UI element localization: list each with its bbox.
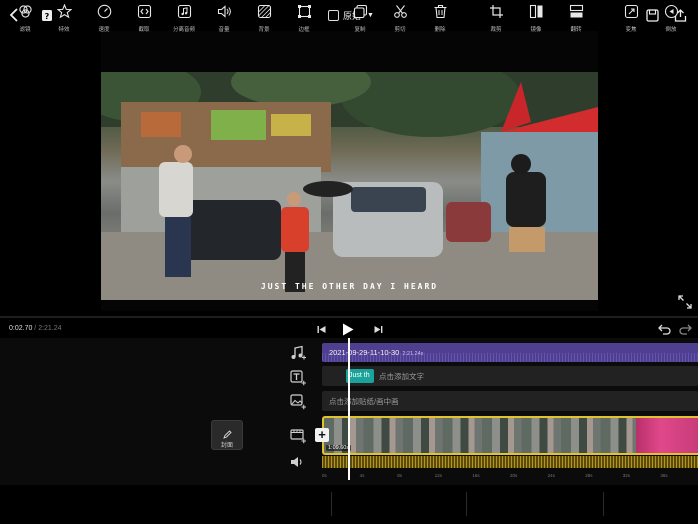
time-ruler: 0s 4s 8s 12s 16s 20s 24s 28s 32s 36s [322, 472, 698, 482]
tool-flip-button[interactable]: 翻转 [561, 4, 591, 36]
tool-label: 特效 [58, 27, 70, 33]
effects-icon [56, 3, 73, 19]
tool-label: 速度 [98, 27, 110, 33]
music-label: 2021-09-29-11-10-30 2:21.24s [329, 348, 423, 357]
tool-crop-button[interactable]: 裁剪 [481, 4, 511, 36]
tool-label: 删除 [434, 27, 446, 33]
add-clip-button[interactable]: + [315, 428, 329, 442]
add-text-hint[interactable]: 点击添加文字 [379, 371, 424, 382]
delete-icon [433, 4, 448, 19]
separate-audio-icon [177, 4, 192, 19]
tool-border-button[interactable]: 边框 [289, 4, 319, 36]
sticker-track[interactable]: 点击添加贴纸/画中画 [322, 391, 698, 411]
bottom-toolbar [0, 486, 698, 524]
playhead[interactable] [348, 338, 350, 480]
ruler-tick: 16s [472, 473, 480, 478]
aspect-ratio-icon [328, 9, 339, 21]
add-music-icon[interactable] [290, 345, 306, 361]
trim-icon [137, 4, 152, 19]
tool-effects-button[interactable]: 特效 [49, 3, 79, 36]
redo-icon[interactable] [678, 322, 692, 336]
copy-icon [353, 4, 368, 19]
speed-icon [97, 4, 112, 19]
skip-start-icon[interactable] [315, 322, 327, 336]
tool-label: 分离音频 [172, 27, 195, 33]
volume-icon [217, 4, 232, 19]
speaker-icon[interactable] [290, 455, 306, 471]
tool-label: 滤镜 [19, 27, 31, 33]
total-time: 2:21.24 [38, 325, 62, 332]
tool-label: 剪切 [394, 27, 406, 33]
tool-transform-button[interactable]: 变焦 [616, 4, 646, 36]
skip-end-icon[interactable] [372, 322, 384, 336]
current-time: 0:02.70 [9, 325, 33, 332]
fullscreen-icon[interactable] [678, 295, 692, 309]
ruler-tick: 36s [660, 473, 668, 478]
tool-label: 裁剪 [490, 27, 502, 33]
text-clip[interactable]: Just th [346, 369, 374, 383]
play-icon[interactable] [341, 322, 355, 336]
tool-label: 音量 [218, 27, 230, 33]
add-sticker-icon[interactable] [290, 394, 306, 410]
video-track[interactable]: 1:09.60s [322, 416, 698, 455]
toolbar-separator [466, 492, 467, 516]
tool-filter-button[interactable]: 滤镜 [10, 4, 40, 36]
video-preview[interactable]: JUST THE OTHER DAY I HEARD [101, 31, 598, 311]
tool-background-button[interactable]: 背景 [249, 4, 279, 36]
music-track[interactable]: 2021-09-29-11-10-30 2:21.24s [322, 343, 698, 362]
tool-speed-button[interactable]: 速度 [89, 4, 119, 36]
mirror-icon [529, 4, 544, 19]
tool-cut-button[interactable]: 剪切 [385, 4, 415, 36]
subtitle-text: JUST THE OTHER DAY I HEARD [260, 282, 439, 291]
music-duration: 2:21.24s [402, 351, 424, 357]
crop-icon [489, 4, 504, 19]
cover-label: 封面 [220, 443, 233, 449]
tool-label: 背景 [258, 27, 270, 33]
tool-trim-button[interactable]: 截取 [129, 4, 159, 36]
tool-mirror-button[interactable]: 镜像 [521, 4, 551, 36]
tool-volume-button[interactable]: 音量 [209, 4, 239, 36]
ruler-tick: 20s [510, 473, 518, 478]
ruler-tick: 12s [434, 473, 443, 478]
video-clip-pink [636, 418, 698, 453]
filter-icon [18, 4, 33, 19]
tool-label: 变焦 [625, 27, 637, 33]
cover-button[interactable]: 封面 [211, 420, 243, 450]
flip-icon [569, 4, 584, 19]
add-video-icon[interactable] [290, 428, 306, 444]
timecode: 0:02.70 / 2:21.24 [9, 325, 62, 332]
music-name: 2021-09-29-11-10-30 [329, 348, 400, 357]
toolbar-separator [603, 492, 604, 516]
ruler-tick: 0s [322, 473, 327, 478]
tool-label: 截取 [138, 27, 150, 33]
audio-waveform-track[interactable] [322, 456, 698, 468]
ruler-tick: 28s [585, 473, 593, 478]
tool-label: 边框 [298, 27, 310, 33]
text-track[interactable]: Just th 点击添加文字 [322, 366, 698, 386]
divider [0, 316, 698, 318]
transform-icon [624, 4, 639, 19]
ruler-tick: 8s [397, 473, 402, 478]
tool-label: 复制 [354, 27, 366, 33]
background-icon [257, 4, 272, 19]
tool-separate-audio-button[interactable]: 分离音频 [169, 4, 199, 36]
undo-icon[interactable] [657, 322, 671, 336]
reverse-icon [664, 4, 679, 19]
video-frame [101, 72, 598, 300]
add-sticker-hint[interactable]: 点击添加贴纸/画中画 [329, 396, 399, 407]
tool-copy-button[interactable]: 复制 [345, 4, 375, 36]
border-icon [297, 4, 312, 19]
tool-label: 翻转 [570, 27, 582, 33]
add-text-icon[interactable] [290, 370, 306, 386]
tool-label: 倒放 [665, 27, 677, 33]
ruler-tick: 32s [622, 473, 631, 478]
ruler-tick: 24s [547, 473, 555, 478]
tool-delete-button[interactable]: 删除 [425, 4, 455, 36]
tool-reverse-button[interactable]: 倒放 [656, 4, 686, 36]
tool-label: 镜像 [530, 27, 542, 33]
ruler-tick: 4s [359, 473, 365, 478]
toolbar-separator [331, 492, 332, 516]
cut-icon [393, 4, 408, 19]
